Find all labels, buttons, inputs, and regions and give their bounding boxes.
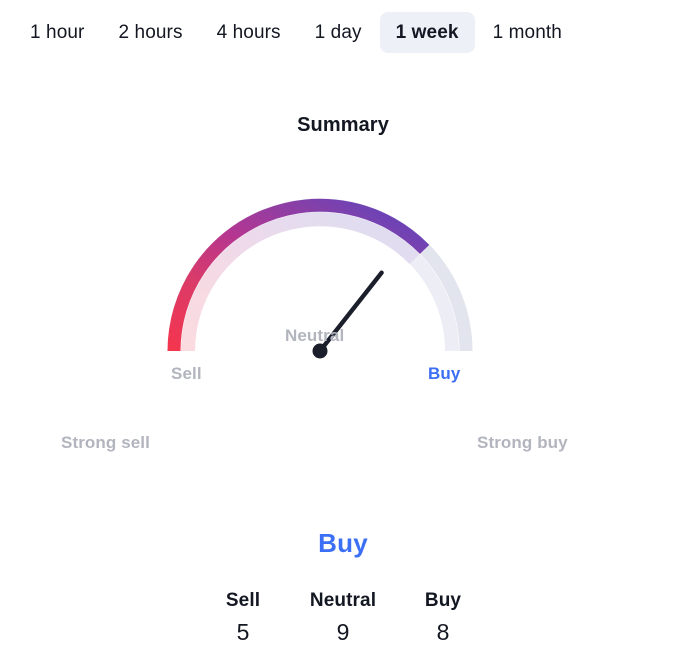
tab-1-hour[interactable]: 1 hour xyxy=(14,12,100,53)
count-column-neutral: Neutral 9 xyxy=(293,591,393,644)
count-label-buy: Buy xyxy=(424,590,462,611)
tab-1-day[interactable]: 1 day xyxy=(299,12,378,53)
count-value-neutral: 9 xyxy=(336,618,350,645)
gauge-svg xyxy=(167,198,473,359)
summary-gauge: Strong sell Sell Neutral Buy Strong buy … xyxy=(0,143,686,643)
page-title: Summary xyxy=(297,114,389,136)
summary-verdict: Buy xyxy=(318,528,368,558)
signal-counts: Sell 5 Neutral 9 Buy 8 xyxy=(0,591,686,644)
count-column-sell: Sell 5 xyxy=(193,591,293,644)
gauge-label-strong-sell: Strong sell xyxy=(61,433,150,452)
tab-4-hours[interactable]: 4 hours xyxy=(201,12,297,53)
gauge-label-strong-buy: Strong buy xyxy=(477,433,568,452)
count-value-sell: 5 xyxy=(236,618,250,645)
count-label-sell: Sell xyxy=(225,590,261,611)
timeframe-tabbar: 1 hour 2 hours 4 hours 1 day 1 week 1 mo… xyxy=(0,0,686,64)
count-value-buy: 8 xyxy=(436,618,450,645)
gauge-label-buy: Buy xyxy=(428,364,461,383)
gauge-label-sell: Sell xyxy=(171,364,202,383)
count-column-buy: Buy 8 xyxy=(393,591,493,644)
tab-1-week[interactable]: 1 week xyxy=(379,11,475,53)
count-label-neutral: Neutral xyxy=(309,590,377,611)
gauge-label-neutral: Neutral xyxy=(285,326,345,345)
tab-1-month[interactable]: 1 month xyxy=(477,12,578,53)
tab-2-hours[interactable]: 2 hours xyxy=(102,12,198,53)
